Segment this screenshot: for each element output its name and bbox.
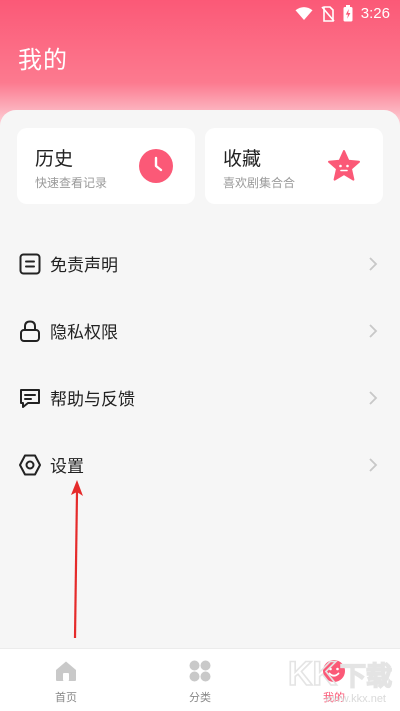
nav-item-home[interactable]: 首页	[26, 649, 106, 711]
annotation-arrow-icon	[71, 480, 83, 638]
settings-menu: 免责声明 隐私权限 帮助与反馈 设置	[0, 230, 400, 498]
watermark-url: www.kkx.net	[324, 693, 386, 705]
grid-icon	[189, 660, 211, 682]
battery-charging-icon	[343, 5, 353, 22]
menu-item-disclaimer[interactable]: 免责声明	[0, 230, 400, 297]
history-card[interactable]: 历史 快速查看记录	[17, 128, 195, 204]
document-icon	[19, 253, 41, 274]
menu-label-settings: 设置	[50, 457, 84, 477]
menu-label-help-feedback: 帮助与反馈	[50, 390, 135, 410]
lock-icon	[20, 319, 40, 342]
nav-item-category[interactable]: 分类	[160, 649, 240, 711]
feedback-icon	[20, 388, 40, 408]
clock-icon	[139, 149, 173, 183]
history-card-title: 历史	[35, 148, 74, 170]
chevron-right-icon	[369, 457, 378, 472]
no-sim-icon	[321, 5, 335, 22]
star-icon	[328, 150, 360, 181]
menu-label-privacy: 隐私权限	[50, 323, 118, 343]
menu-item-settings[interactable]: 设置	[0, 431, 400, 498]
page-title: 我的	[18, 46, 68, 74]
menu-label-disclaimer: 免责声明	[50, 256, 118, 276]
status-icons: 3:26	[295, 5, 390, 22]
status-bar: 3:26	[0, 0, 400, 28]
svg-text:KK: KK	[288, 655, 338, 693]
kkx-watermark-logo-icon: KK 下载	[287, 654, 393, 694]
watermark: KK 下载 www.kkx.net	[284, 653, 394, 707]
menu-item-privacy[interactable]: 隐私权限	[0, 297, 400, 364]
nav-label-home: 首页	[55, 691, 77, 704]
wifi-icon	[295, 6, 313, 20]
settings-hex-icon	[19, 454, 41, 475]
home-icon	[56, 661, 76, 681]
favorites-card-subtitle: 喜欢剧集合合	[223, 176, 296, 190]
favorites-card-title: 收藏	[223, 148, 262, 170]
main-panel: 历史 快速查看记录 收藏 喜欢剧集合合 免责声明 隐私权限 帮助与反馈 设置	[0, 110, 400, 650]
status-time: 3:26	[360, 5, 390, 22]
history-card-subtitle: 快速查看记录	[35, 176, 108, 190]
chevron-right-icon	[369, 390, 378, 405]
chevron-right-icon	[369, 323, 378, 338]
svg-text:下载: 下载	[340, 662, 392, 692]
nav-label-category: 分类	[189, 691, 211, 704]
favorites-card[interactable]: 收藏 喜欢剧集合合	[205, 128, 383, 204]
chevron-right-icon	[369, 256, 378, 271]
menu-item-help-feedback[interactable]: 帮助与反馈	[0, 364, 400, 431]
